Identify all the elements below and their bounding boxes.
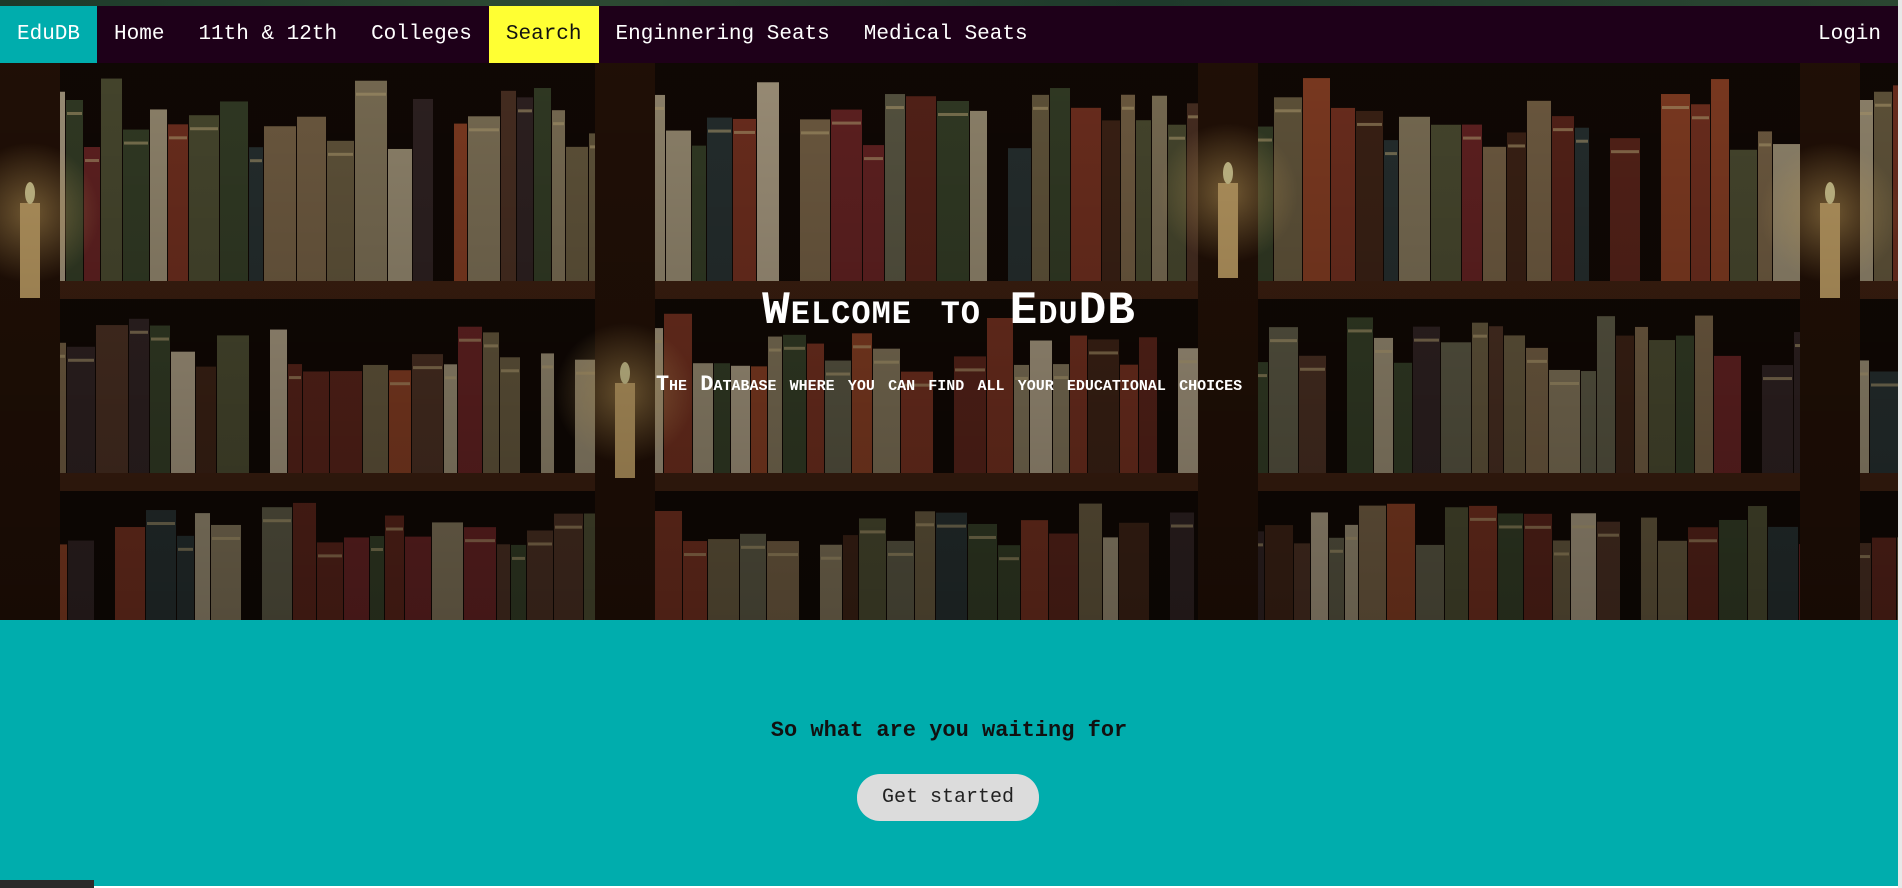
hero-subtitle: The Database where you can find all your…: [655, 372, 1243, 397]
cta-text: So what are you waiting for: [770, 718, 1128, 743]
cta-section: So what are you waiting for Get started: [0, 620, 1898, 886]
nav-search[interactable]: Search: [488, 6, 599, 63]
nav-11th-12th[interactable]: 11th & 12th: [181, 6, 354, 63]
bookshelf-image: [0, 63, 1898, 620]
brand-link[interactable]: EduDB: [0, 6, 98, 63]
hero-banner: Welcome to EduDB The Database where you …: [0, 63, 1898, 620]
hero-title: Welcome to EduDB: [762, 285, 1136, 337]
bottom-corner-bar: [0, 880, 94, 888]
nav-engineering-seats[interactable]: Enginnering Seats: [599, 6, 847, 63]
nav-medical-seats[interactable]: Medical Seats: [847, 6, 1045, 63]
nav-colleges[interactable]: Colleges: [354, 6, 489, 63]
nav-login[interactable]: Login: [1801, 6, 1898, 63]
scrollbar-edge: [1898, 0, 1902, 888]
navbar: EduDB Home 11th & 12th Colleges Search E…: [0, 6, 1898, 63]
get-started-button[interactable]: Get started: [857, 774, 1039, 821]
nav-home[interactable]: Home: [97, 6, 181, 63]
